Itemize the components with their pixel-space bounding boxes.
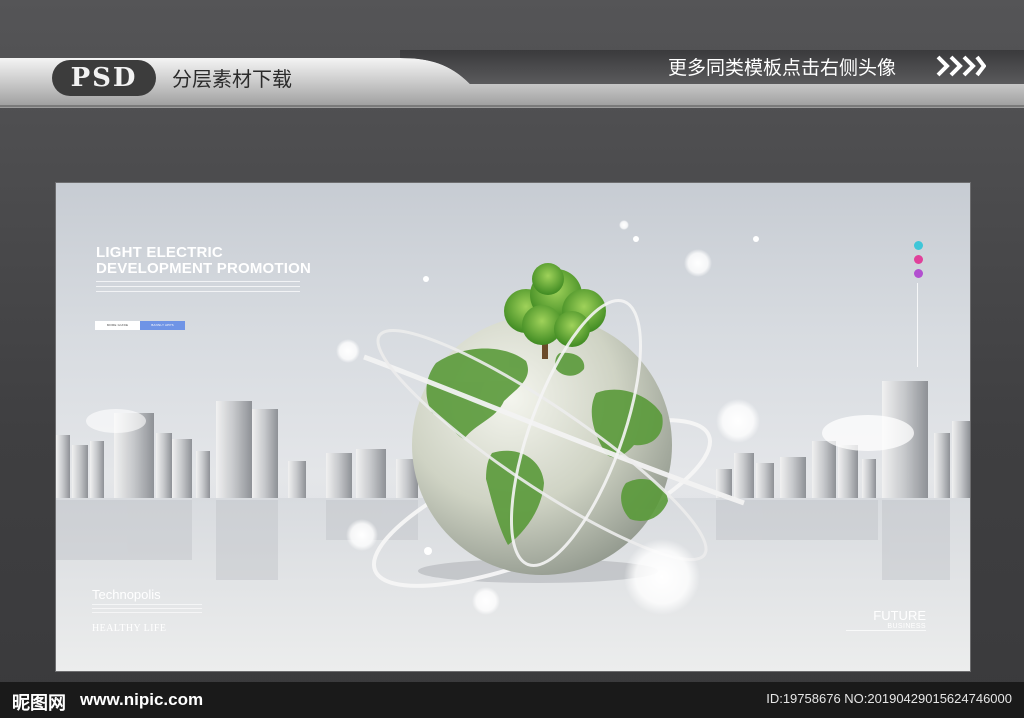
future-label: FUTURE (873, 608, 926, 623)
more-templates-link[interactable]: 更多同类模板点击右侧头像 (668, 53, 896, 80)
site-url-link[interactable]: www.nipic.com (80, 690, 203, 710)
business-label: BUSINESS (887, 623, 926, 630)
headline-line-2: DEVELOPMENT PROMOTION (96, 260, 312, 277)
site-logo[interactable]: 昵图网 (12, 689, 66, 715)
side-divider (917, 283, 918, 367)
more-guide-button[interactable]: MORE GUIDE (95, 321, 140, 330)
poster-preview: LIGHT ELECTRIC DEVELOPMENT PROMOTION MOR… (56, 183, 970, 671)
user-icon[interactable] (914, 269, 923, 278)
future-business-block: FUTURE BUSINESS (873, 608, 926, 630)
settings-icon[interactable] (914, 255, 923, 264)
technopolis-fine-print (92, 604, 202, 616)
download-label: 分层素材下载 (172, 67, 292, 91)
headline-line-1: LIGHT ELECTRIC (96, 244, 223, 261)
headline-fine-print (96, 281, 300, 296)
image-id-text: ID:19758676 NO:20190429015624746000 (766, 691, 1012, 706)
future-fine-print (846, 630, 926, 631)
psd-badge: PSD (52, 60, 156, 96)
healthy-life-label: HEALTHY LIFE (92, 623, 167, 634)
poster-button-row: MORE GUIDE BANNLY APPS (95, 321, 185, 330)
bannly-apps-button[interactable]: BANNLY APPS (140, 321, 185, 330)
side-icon-column (914, 241, 924, 283)
technopolis-label: Technopolis (92, 587, 161, 602)
chevrons-right-icon[interactable] (936, 55, 986, 77)
poster-headline: LIGHT ELECTRIC DEVELOPMENT PROMOTION (96, 245, 311, 277)
share-icon[interactable] (914, 241, 923, 250)
